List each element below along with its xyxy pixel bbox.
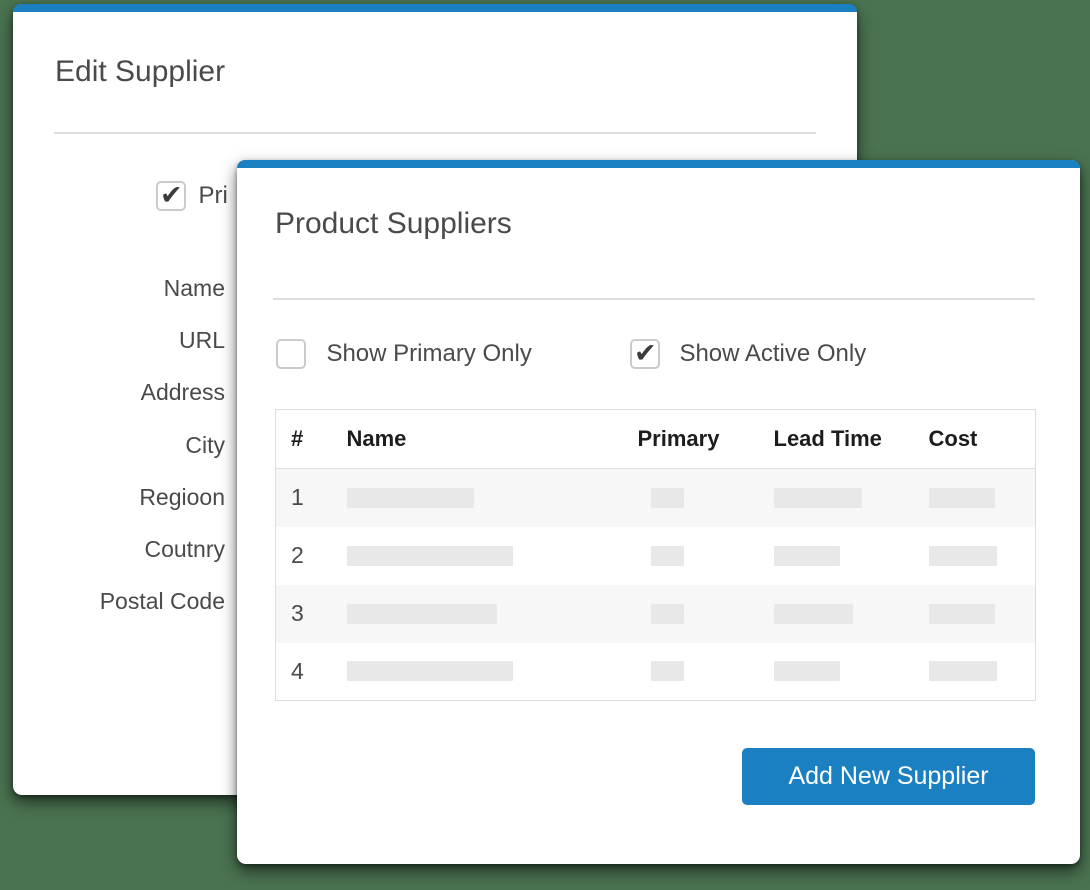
show-active-only-filter: ✔ Show Active Only bbox=[630, 339, 866, 369]
cost-placeholder bbox=[929, 488, 995, 508]
check-icon: ✔ bbox=[634, 338, 657, 368]
name-placeholder bbox=[347, 488, 474, 508]
form-field-label: Coutnry bbox=[13, 535, 225, 563]
show-active-only-checkbox[interactable]: ✔ bbox=[630, 339, 660, 369]
show-primary-only-filter: ✔ Show Primary Only bbox=[276, 339, 532, 369]
column-header-number: # bbox=[276, 410, 347, 469]
primary-checkbox-label: Pri bbox=[198, 181, 227, 211]
lead-time-placeholder bbox=[774, 661, 840, 681]
form-field-label: URL bbox=[13, 326, 225, 354]
primary-checkbox[interactable]: ✔ bbox=[156, 181, 186, 211]
name-placeholder bbox=[347, 604, 497, 624]
row-number: 1 bbox=[276, 469, 347, 527]
title-divider bbox=[273, 298, 1035, 300]
cost-placeholder bbox=[929, 546, 997, 566]
form-field-label: Name bbox=[13, 274, 225, 302]
show-primary-only-label: Show Primary Only bbox=[326, 339, 531, 369]
lead-time-placeholder bbox=[774, 488, 862, 508]
primary-placeholder bbox=[651, 488, 684, 508]
column-header-primary: Primary bbox=[638, 410, 774, 469]
lead-time-placeholder bbox=[774, 546, 840, 566]
suppliers-table: # Name Primary Lead Time Cost 1 2 3 4 bbox=[275, 409, 1036, 701]
form-field-label: Regioon bbox=[13, 483, 225, 511]
row-number: 3 bbox=[276, 585, 347, 643]
column-header-name: Name bbox=[347, 410, 638, 469]
column-header-cost: Cost bbox=[929, 410, 1036, 469]
add-new-supplier-button[interactable]: Add New Supplier bbox=[742, 748, 1035, 805]
name-placeholder bbox=[347, 546, 513, 566]
cost-placeholder bbox=[929, 661, 997, 681]
table-row[interactable]: 1 bbox=[276, 469, 1036, 527]
table-row[interactable]: 3 bbox=[276, 585, 1036, 643]
check-icon: ✔ bbox=[160, 180, 183, 210]
primary-placeholder bbox=[651, 661, 684, 681]
row-number: 2 bbox=[276, 527, 347, 585]
dialog-accent-bar bbox=[13, 4, 857, 12]
product-suppliers-title: Product Suppliers bbox=[275, 206, 512, 242]
lead-time-placeholder bbox=[774, 604, 853, 624]
title-divider bbox=[54, 132, 816, 134]
cost-placeholder bbox=[929, 604, 995, 624]
show-primary-only-checkbox[interactable]: ✔ bbox=[276, 339, 306, 369]
form-field-label: Postal Code bbox=[13, 587, 225, 615]
form-field-label: Address bbox=[13, 378, 225, 406]
table-row[interactable]: 2 bbox=[276, 527, 1036, 585]
row-number: 4 bbox=[276, 643, 347, 701]
show-active-only-label: Show Active Only bbox=[679, 339, 866, 369]
product-suppliers-dialog: Product Suppliers ✔ Show Primary Only ✔ … bbox=[237, 160, 1080, 864]
column-header-lead-time: Lead Time bbox=[774, 410, 929, 469]
table-header-row: # Name Primary Lead Time Cost bbox=[276, 410, 1036, 469]
dialog-accent-bar bbox=[237, 160, 1080, 168]
supplier-table-body: 1 2 3 4 bbox=[276, 469, 1036, 701]
table-row[interactable]: 4 bbox=[276, 643, 1036, 701]
form-field-label: City bbox=[13, 431, 225, 459]
primary-placeholder bbox=[651, 546, 684, 566]
primary-checkbox-row: ✔ Pri bbox=[156, 181, 228, 211]
edit-supplier-title: Edit Supplier bbox=[55, 54, 225, 90]
primary-placeholder bbox=[651, 604, 684, 624]
name-placeholder bbox=[347, 661, 513, 681]
